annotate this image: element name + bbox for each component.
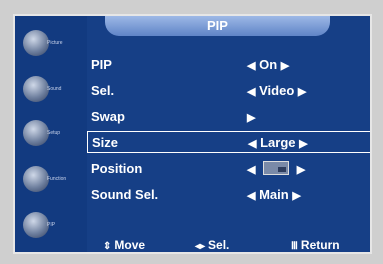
value-text: Large <box>260 135 296 150</box>
menu-row-sound-sel[interactable]: Sound Sel. ◀ Main ▶ <box>87 184 370 206</box>
sidebar-item-pip[interactable]: PIP <box>23 210 85 242</box>
sel-hint: ◂▸ Sel. <box>195 238 229 252</box>
help-bar: ⇕ Move ◂▸ Sel. Ⅲ Return <box>95 238 370 252</box>
value-text: Video <box>259 83 295 98</box>
menu-label: Sound Sel. <box>91 187 159 202</box>
menu-row-size[interactable]: Size ◀ Large ▶ <box>87 131 370 153</box>
menu-label: PIP <box>91 57 112 72</box>
sidebar-label: Picture <box>47 40 63 46</box>
left-arrow-icon[interactable]: ◀ <box>248 137 256 150</box>
menu-value: ▶ <box>247 109 255 124</box>
right-arrow-icon[interactable]: ▶ <box>281 59 289 72</box>
menu-label: Position <box>91 161 143 176</box>
sidebar-label: Function <box>47 176 67 182</box>
left-right-icon: ◂▸ <box>195 241 206 252</box>
menu-label: Size <box>92 135 119 150</box>
left-arrow-icon[interactable]: ◀ <box>247 163 255 176</box>
sidebar-item-function[interactable]: Function <box>23 164 85 196</box>
move-hint: ⇕ Move <box>103 238 145 252</box>
value-text: Main <box>259 187 289 202</box>
right-arrow-icon[interactable]: ▶ <box>297 163 305 176</box>
left-arrow-icon[interactable]: ◀ <box>247 59 255 72</box>
sel-label: Sel. <box>208 238 230 252</box>
sidebar-label: Sound <box>47 86 62 92</box>
left-arrow-icon[interactable]: ◀ <box>247 189 255 202</box>
menu-value: ◀ Large ▶ <box>248 135 308 150</box>
right-arrow-icon[interactable]: ▶ <box>247 111 255 124</box>
picture-icon <box>23 30 49 56</box>
function-icon <box>23 166 49 192</box>
sidebar-label: Setup <box>47 130 61 136</box>
right-arrow-icon[interactable]: ▶ <box>299 137 307 150</box>
menu-row-swap[interactable]: Swap ▶ <box>87 106 370 128</box>
pip-icon <box>23 212 49 238</box>
right-arrow-icon[interactable]: ▶ <box>298 85 306 98</box>
right-arrow-icon[interactable]: ▶ <box>292 189 300 202</box>
sidebar-item-picture[interactable]: Picture <box>23 28 85 60</box>
menu-icon: Ⅲ <box>291 241 298 252</box>
menu-row-pip[interactable]: PIP ◀ On ▶ <box>87 54 370 76</box>
position-preview-icon <box>263 161 290 175</box>
return-label: Return <box>300 238 340 252</box>
sound-icon <box>23 76 49 102</box>
sidebar-label: PIP <box>47 222 56 228</box>
return-hint: Ⅲ Return <box>291 238 340 252</box>
sidebar-item-setup[interactable]: Setup <box>23 118 85 150</box>
value-text: On <box>259 57 278 72</box>
sidebar: Picture Sound Setup Function PIP <box>15 16 87 252</box>
menu-value: ◀ Main ▶ <box>247 187 301 202</box>
menu-label: Sel. <box>91 83 115 98</box>
menu-value: ◀ On ▶ <box>247 57 289 72</box>
move-label: Move <box>114 238 146 252</box>
tv-bezel: Picture Sound Setup Function PIP PIP PIP… <box>0 0 383 264</box>
sidebar-item-sound[interactable]: Sound <box>23 74 85 106</box>
menu-label: Swap <box>91 109 125 124</box>
setup-icon <box>23 120 49 146</box>
menu-row-position[interactable]: Position ◀ ▶ <box>87 158 370 180</box>
menu-value: ◀ ▶ <box>247 161 305 176</box>
page-title: PIP <box>105 16 330 36</box>
up-down-icon: ⇕ <box>103 241 112 252</box>
left-arrow-icon[interactable]: ◀ <box>247 85 255 98</box>
menu-row-sel[interactable]: Sel. ◀ Video ▶ <box>87 80 370 102</box>
menu-value: ◀ Video ▶ <box>247 83 306 98</box>
osd-screen: Picture Sound Setup Function PIP PIP PIP… <box>13 14 372 254</box>
